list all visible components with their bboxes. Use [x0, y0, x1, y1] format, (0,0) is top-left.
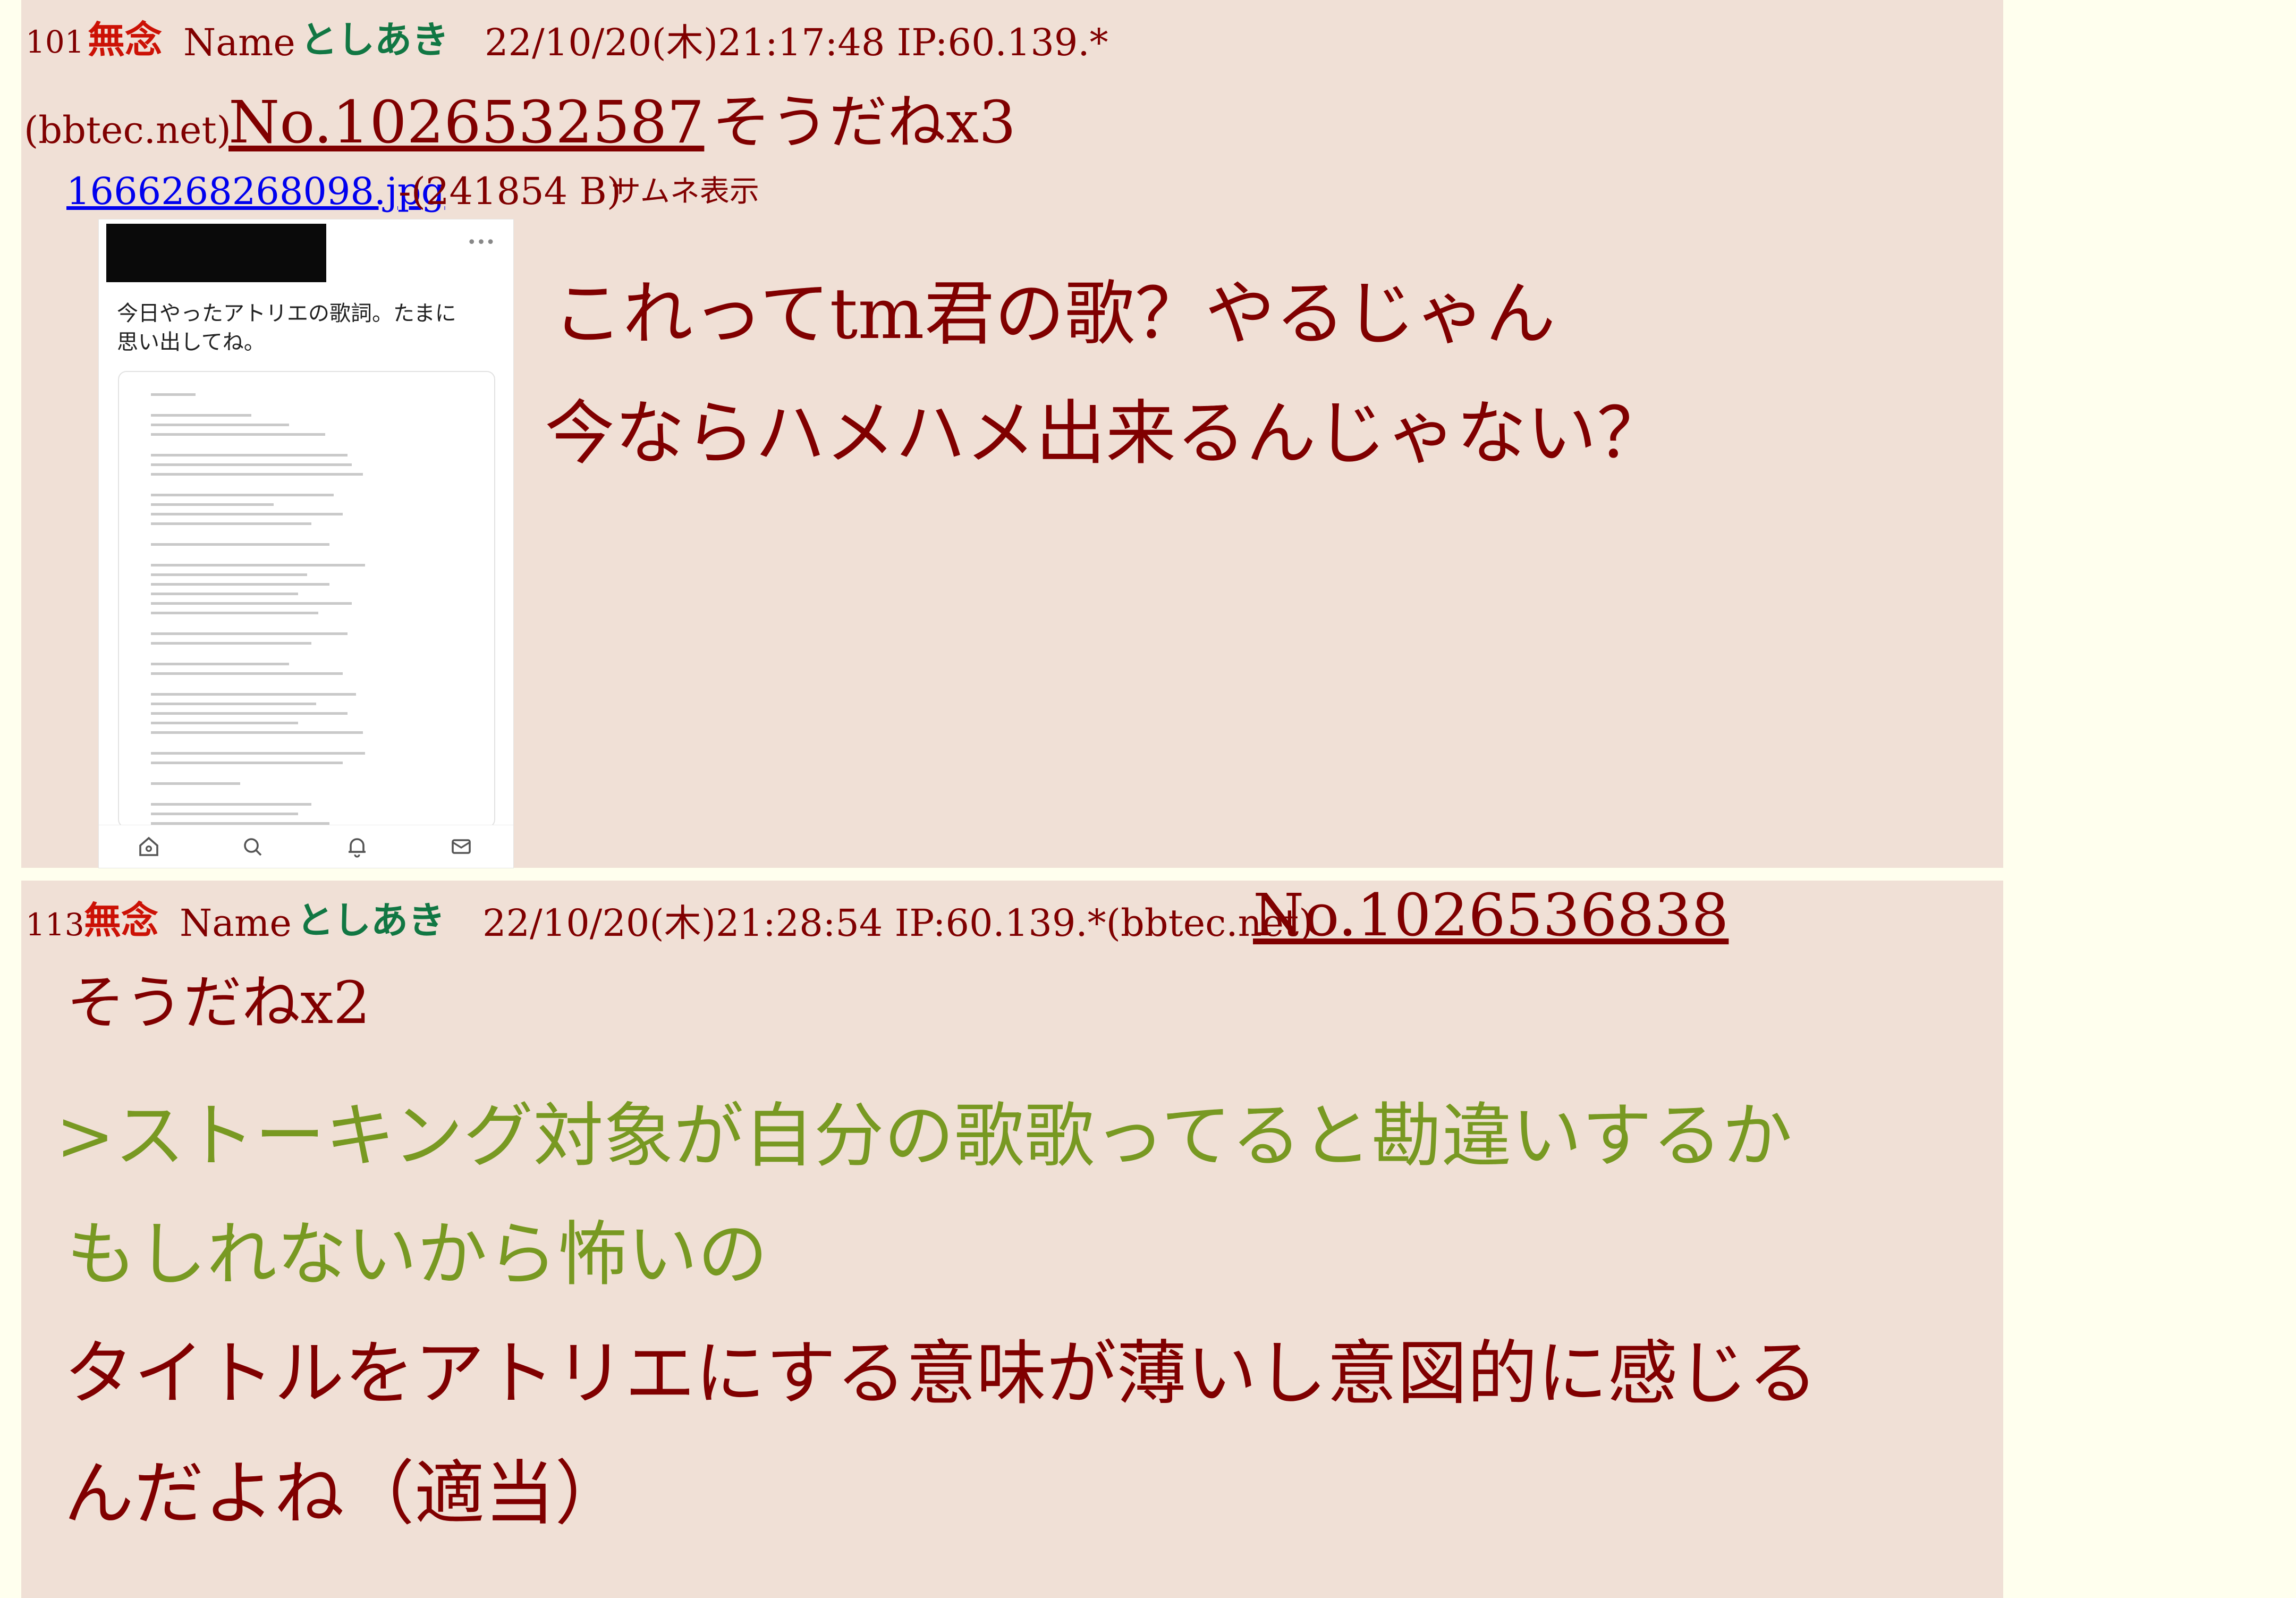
post-body-line: んだよね（適当）	[64, 1453, 625, 1535]
post-body-line: 今ならハメハメ出来るんじゃない？	[545, 393, 1667, 475]
name-label: Name	[183, 21, 295, 64]
name-label: Name	[180, 901, 292, 945]
more-options-icon: •••	[467, 233, 495, 252]
poster-host: (bbtec.net)	[24, 108, 231, 152]
lyrics-text-lines	[151, 393, 374, 827]
lyrics-image	[118, 371, 495, 828]
quote-line: もしれないから怖いの	[66, 1214, 768, 1296]
thumbnail-image[interactable]: ••• 今日やったアトリエの歌詞。たまに 思い出してね。	[98, 219, 514, 868]
response-number: 101	[26, 24, 84, 60]
post-113: 113 無念 Name としあき 22/10/20(木)21:28:54 IP:…	[21, 881, 2003, 1598]
post-101: 101 無念 Name としあき 22/10/20(木)21:17:48 IP:…	[21, 0, 2003, 868]
mail-icon	[448, 834, 474, 859]
bell-icon	[344, 834, 370, 859]
redaction-bar	[106, 224, 326, 282]
post-datetime: 22/10/20(木)21:17:48 IP:60.139.*	[485, 21, 1108, 64]
file-size: -(241854 B)	[399, 170, 622, 213]
tweet-text: 今日やったアトリエの歌詞。たまに 思い出してね。	[117, 301, 456, 354]
poster-name: としあき	[300, 18, 449, 62]
sodane-button[interactable]: そうだねx3	[712, 93, 1016, 151]
post-body-line: これってtm君の歌？やるじゃん	[553, 273, 1556, 355]
post-subject: 無念	[88, 18, 162, 62]
quote-line: >ストーキング対象が自分の歌歌ってると勘違いするか	[56, 1095, 1793, 1177]
post-body-line: タイトルをアトリエにする意味が薄いし意図的に感じる	[64, 1333, 1818, 1415]
response-number: 113	[26, 907, 84, 943]
app-nav-bar	[99, 825, 513, 868]
post-datetime: 22/10/20(木)21:28:54 IP:60.139.*(bbtec.ne…	[482, 901, 1314, 945]
thumbnail-toggle[interactable]: サムネ表示	[611, 177, 759, 207]
post-number-link[interactable]: No.1026536838	[1253, 886, 1729, 944]
home-icon	[136, 834, 162, 859]
file-link[interactable]: 1666268268098.jpg	[66, 173, 445, 210]
sodane-button[interactable]: そうだねx2	[66, 974, 370, 1032]
post-number-link[interactable]: No.1026532587	[228, 93, 704, 151]
post-subject: 無念	[84, 898, 158, 942]
poster-name: としあき	[296, 898, 445, 942]
search-icon	[240, 834, 265, 859]
